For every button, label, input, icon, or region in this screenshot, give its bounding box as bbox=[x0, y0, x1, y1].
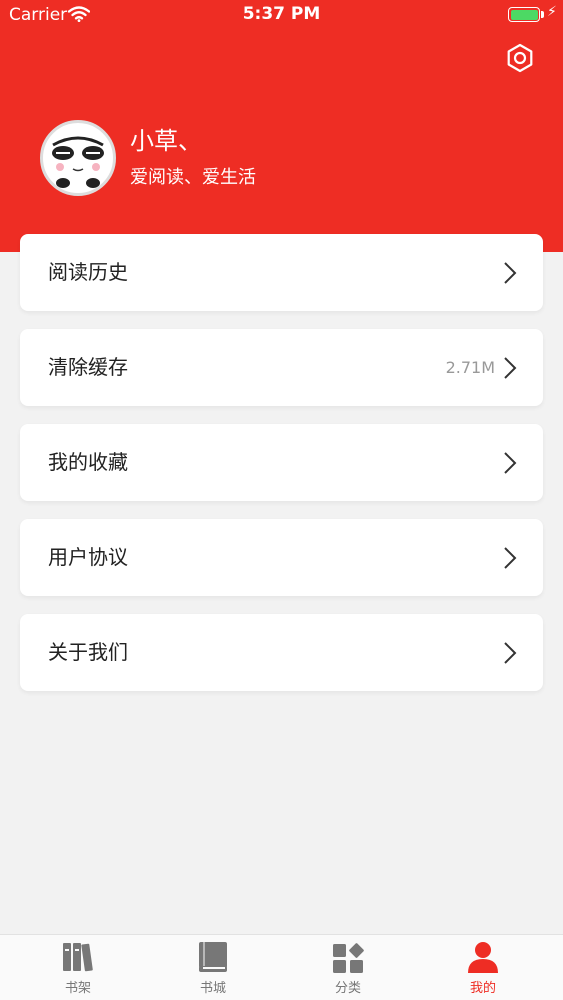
username: 小草、 bbox=[130, 127, 202, 155]
menu-label: 关于我们 bbox=[48, 640, 128, 664]
menu-user-agreement[interactable]: 用户协议 bbox=[20, 519, 543, 596]
status-bar: Carrier 5:37 PM ⚡ bbox=[0, 0, 563, 30]
tab-category[interactable]: 分类 bbox=[308, 935, 388, 1000]
menu-label: 用户协议 bbox=[48, 545, 128, 569]
tab-bookstore[interactable]: 书城 bbox=[173, 935, 253, 1000]
panda-avatar-image bbox=[44, 124, 112, 192]
person-icon bbox=[468, 942, 498, 973]
menu-about-us[interactable]: 关于我们 bbox=[20, 614, 543, 691]
chevron-right-icon bbox=[504, 547, 517, 569]
user-motto: 爱阅读、爱生活 bbox=[130, 167, 256, 188]
clock: 5:37 PM bbox=[242, 4, 321, 24]
menu-label: 阅读历史 bbox=[48, 260, 128, 284]
tab-label: 我的 bbox=[469, 981, 496, 996]
book-icon bbox=[199, 942, 227, 972]
category-icon bbox=[333, 943, 364, 973]
tab-bookshelf[interactable]: 书架 bbox=[38, 935, 118, 1000]
cache-size: 2.71M bbox=[445, 358, 495, 377]
bookshelf-icon bbox=[63, 943, 93, 972]
avatar[interactable] bbox=[40, 120, 116, 196]
menu-clear-cache[interactable]: 清除缓存 2.71M bbox=[20, 329, 543, 406]
chevron-right-icon bbox=[504, 357, 517, 379]
chevron-right-icon bbox=[504, 452, 517, 474]
battery-tip bbox=[541, 11, 544, 18]
charging-icon: ⚡ bbox=[547, 4, 557, 20]
tab-bar: 书架 书城 分类 我的 bbox=[0, 934, 563, 1000]
menu-label: 我的收藏 bbox=[48, 450, 128, 474]
battery-icon bbox=[508, 7, 540, 22]
chevron-right-icon bbox=[504, 262, 517, 284]
chevron-right-icon bbox=[504, 642, 517, 664]
tab-mine[interactable]: 我的 bbox=[443, 935, 523, 1000]
gear-icon bbox=[507, 43, 533, 73]
tab-label: 书城 bbox=[199, 981, 226, 996]
menu-favorites[interactable]: 我的收藏 bbox=[20, 424, 543, 501]
tab-label: 分类 bbox=[334, 981, 361, 996]
tab-label: 书架 bbox=[64, 981, 91, 996]
menu-reading-history[interactable]: 阅读历史 bbox=[20, 234, 543, 311]
settings-button[interactable] bbox=[500, 38, 540, 78]
menu-label: 清除缓存 bbox=[48, 355, 128, 379]
